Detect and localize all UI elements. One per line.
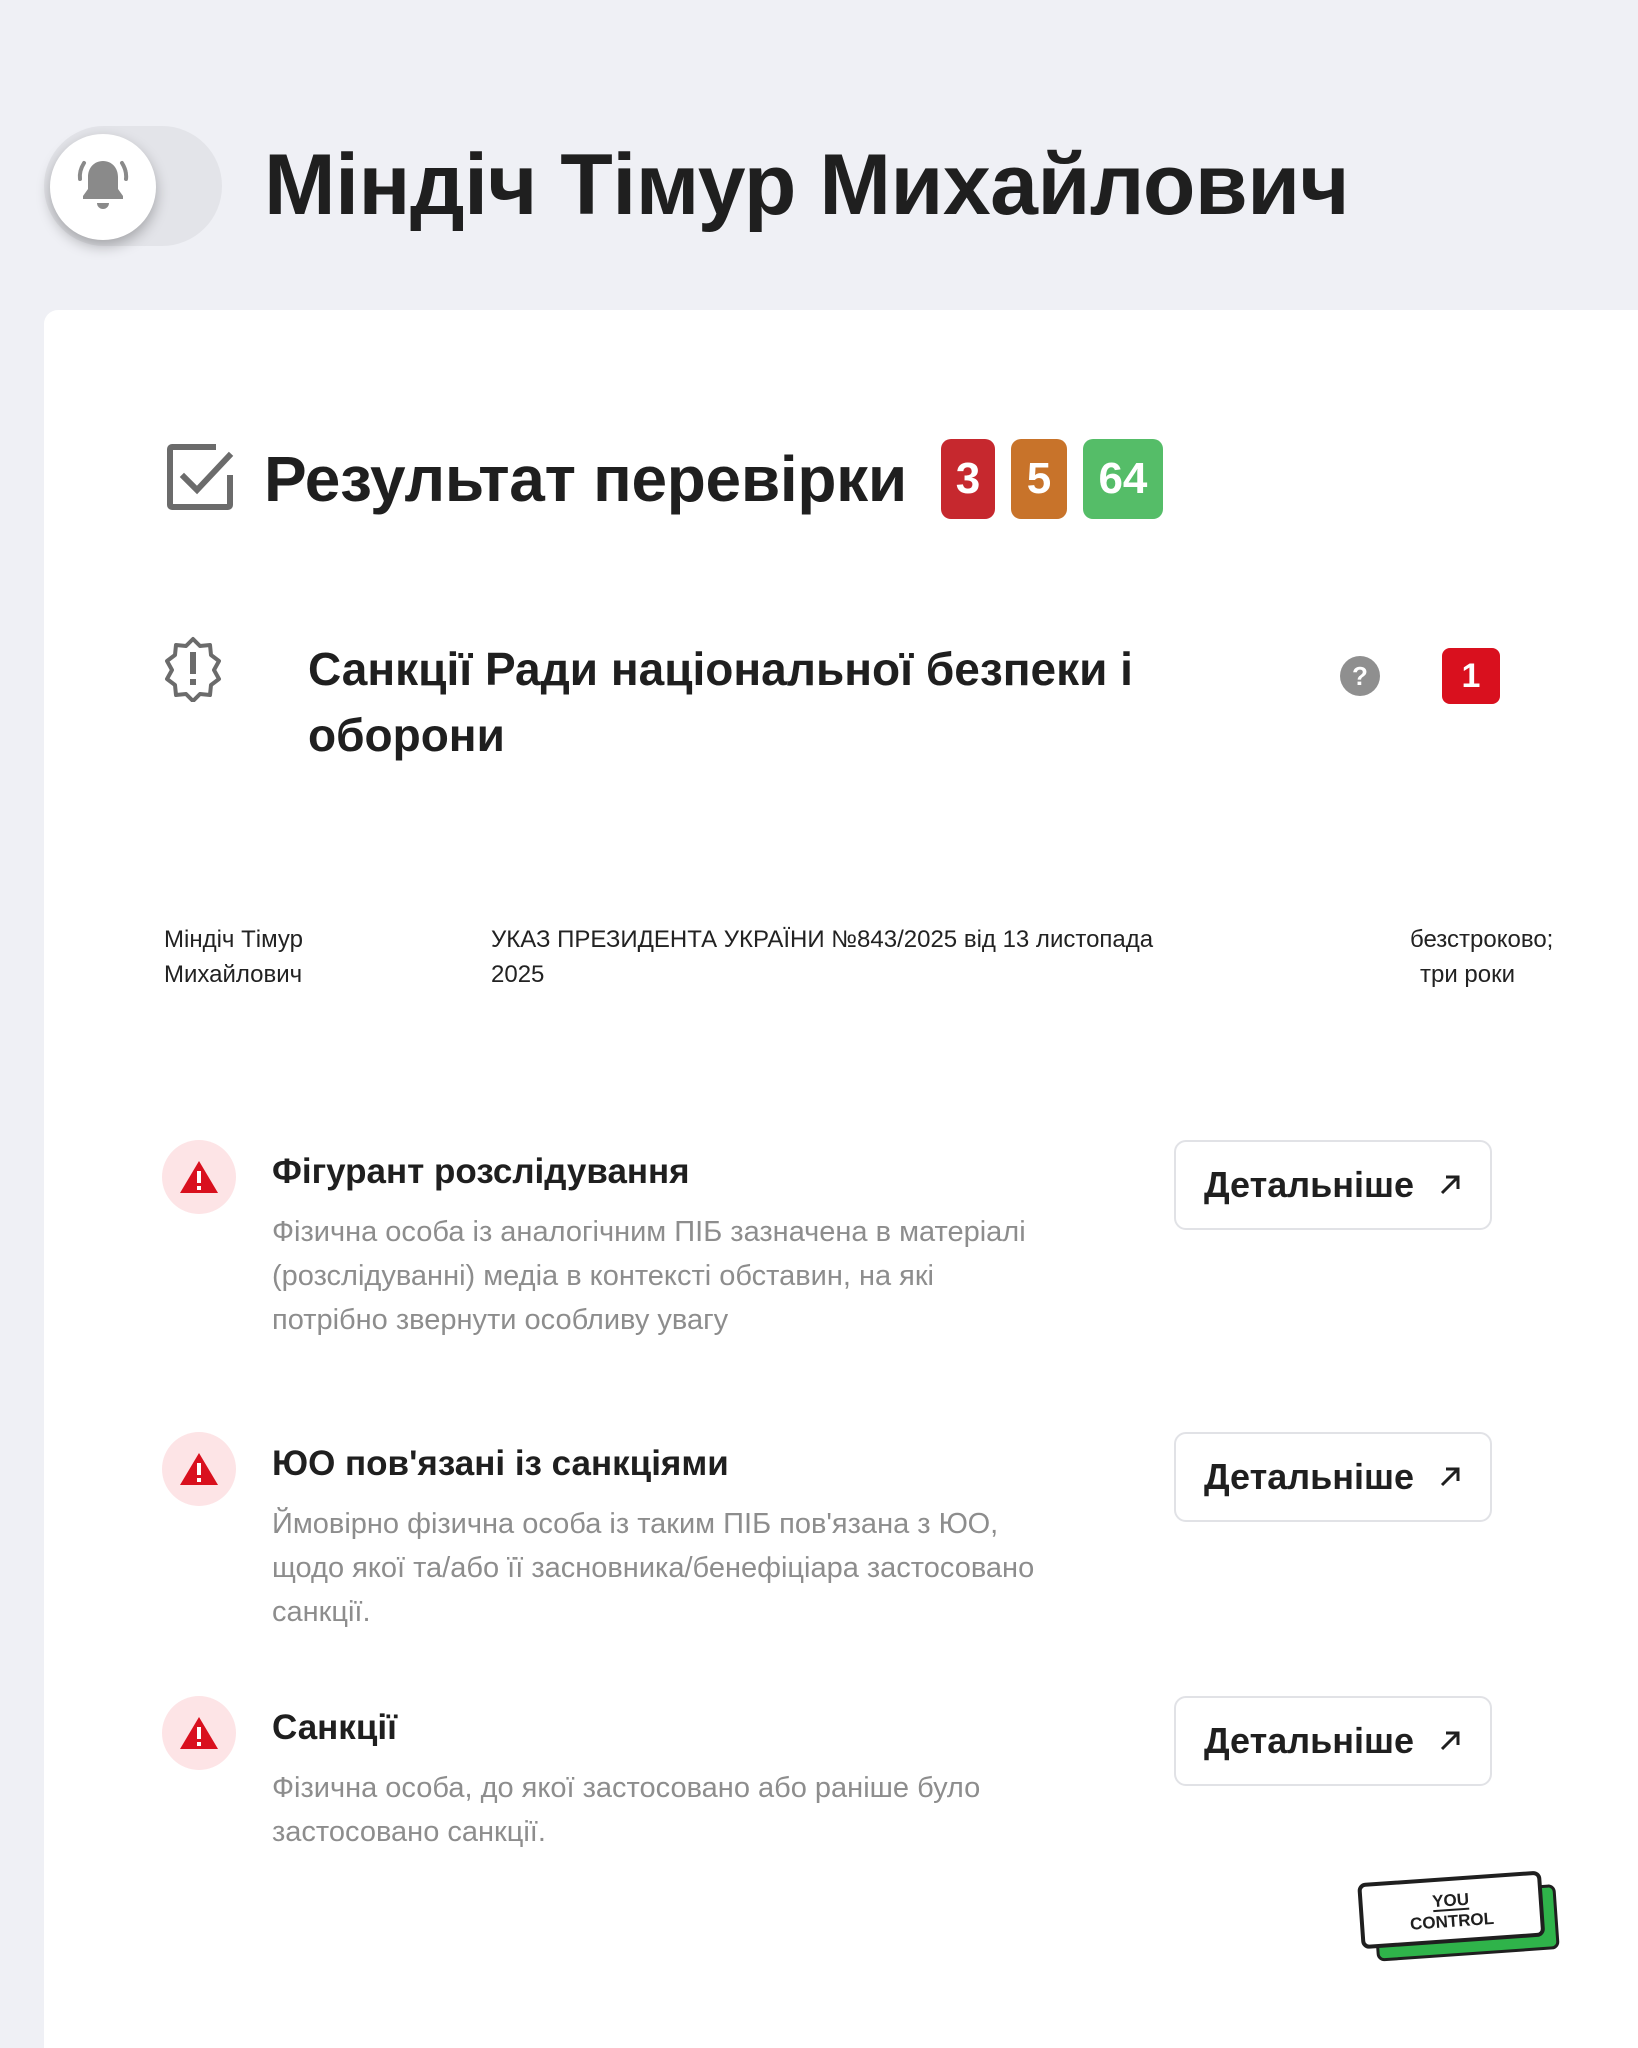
- warning-icon: [162, 1432, 236, 1506]
- decree-text: УКАЗ ПРЕЗИДЕНТА УКРАЇНИ №843/2025 від 13…: [491, 922, 1231, 992]
- stat-critical-badge[interactable]: 3: [940, 439, 995, 519]
- stat-ok-badge[interactable]: 64: [1082, 439, 1163, 519]
- alert-desc-line: потрібно звернути особливу увагу: [272, 1304, 729, 1336]
- sanction-header: Санкції Ради національної безпеки і обор…: [160, 636, 1500, 776]
- warning-icon: [162, 1696, 236, 1770]
- alert-description: Фізична особа, до якої застосовано або р…: [272, 1766, 1132, 1854]
- logo-text-you: YOU: [1432, 1890, 1470, 1912]
- term-line: безстроково;: [1410, 926, 1554, 953]
- alert-desc-line: Фізична особа, до якої застосовано або р…: [272, 1772, 981, 1804]
- checkbox-icon: [164, 441, 236, 518]
- external-arrow-icon: [1438, 1465, 1462, 1489]
- sanction-term: безстроково; три роки: [1410, 922, 1600, 992]
- alert-title: Санкції: [272, 1708, 397, 1747]
- alert-badge-icon: [160, 636, 226, 707]
- details-button-label: Детальніше: [1203, 1164, 1415, 1205]
- alert-desc-line: Ймовірно фізична особа із таким ПІБ пов'…: [272, 1508, 999, 1540]
- sanction-details-row: Міндіч Тімур Михайлович УКАЗ ПРЕЗИДЕНТА …: [164, 922, 1564, 1002]
- svg-text:?: ?: [1352, 661, 1368, 691]
- external-arrow-icon: [1438, 1173, 1462, 1197]
- sanction-count-badge[interactable]: 1: [1442, 648, 1500, 704]
- stat-warning-badge[interactable]: 5: [1010, 439, 1067, 519]
- result-header: Результат перевірки 3 5 64: [164, 434, 1179, 524]
- help-icon[interactable]: ?: [1340, 656, 1380, 701]
- bell-icon: [75, 155, 131, 220]
- sanction-title: Санкції Ради національної безпеки і обор…: [308, 643, 1133, 761]
- page-title: Міндіч Тімур Михайлович: [264, 137, 1350, 233]
- alert-title: Фігурант розслідування: [272, 1152, 690, 1191]
- details-button[interactable]: Детальніше: [1174, 1696, 1492, 1786]
- term-line: три роки: [1420, 961, 1516, 988]
- warning-icon: [162, 1140, 236, 1214]
- alert-description: Ймовірно фізична особа із таким ПІБ пов'…: [272, 1502, 1132, 1634]
- alert-desc-line: (розслідуванні) медіа в контексті обстав…: [272, 1260, 934, 1292]
- alert-desc-line: щодо якої та/або її засновника/бенефіціа…: [272, 1552, 1035, 1584]
- person-name-line: Михайлович: [164, 961, 303, 988]
- alert-desc-line: Фізична особа із аналогічним ПІБ зазначе…: [272, 1216, 1026, 1248]
- decree-line: УКАЗ ПРЕЗИДЕНТА УКРАЇНИ №843/2025 від 13…: [491, 926, 1154, 953]
- alert-desc-line: санкції.: [272, 1596, 371, 1628]
- person-name-line: Міндіч Тімур: [164, 926, 303, 953]
- details-button[interactable]: Детальніше: [1174, 1140, 1492, 1230]
- notification-toggle[interactable]: [44, 126, 222, 246]
- youcontrol-logo: YOU CONTROL: [1354, 1870, 1574, 1975]
- alert-title: ЮО пов'язані із санкціями: [272, 1444, 729, 1483]
- alert-description: Фізична особа із аналогічним ПІБ зазначе…: [272, 1210, 1132, 1342]
- result-title: Результат перевірки: [264, 443, 907, 515]
- details-button[interactable]: Детальніше: [1174, 1432, 1492, 1522]
- person-name: Міндіч Тімур Михайлович: [164, 922, 374, 992]
- decree-line: 2025: [491, 961, 545, 988]
- toggle-knob[interactable]: [50, 134, 156, 240]
- result-card: Результат перевірки 3 5 64 Санкції Ради …: [44, 310, 1638, 2048]
- details-button-label: Детальніше: [1203, 1720, 1415, 1761]
- external-arrow-icon: [1438, 1729, 1462, 1753]
- alert-desc-line: застосовано санкції.: [272, 1816, 546, 1848]
- details-button-label: Детальніше: [1203, 1456, 1415, 1497]
